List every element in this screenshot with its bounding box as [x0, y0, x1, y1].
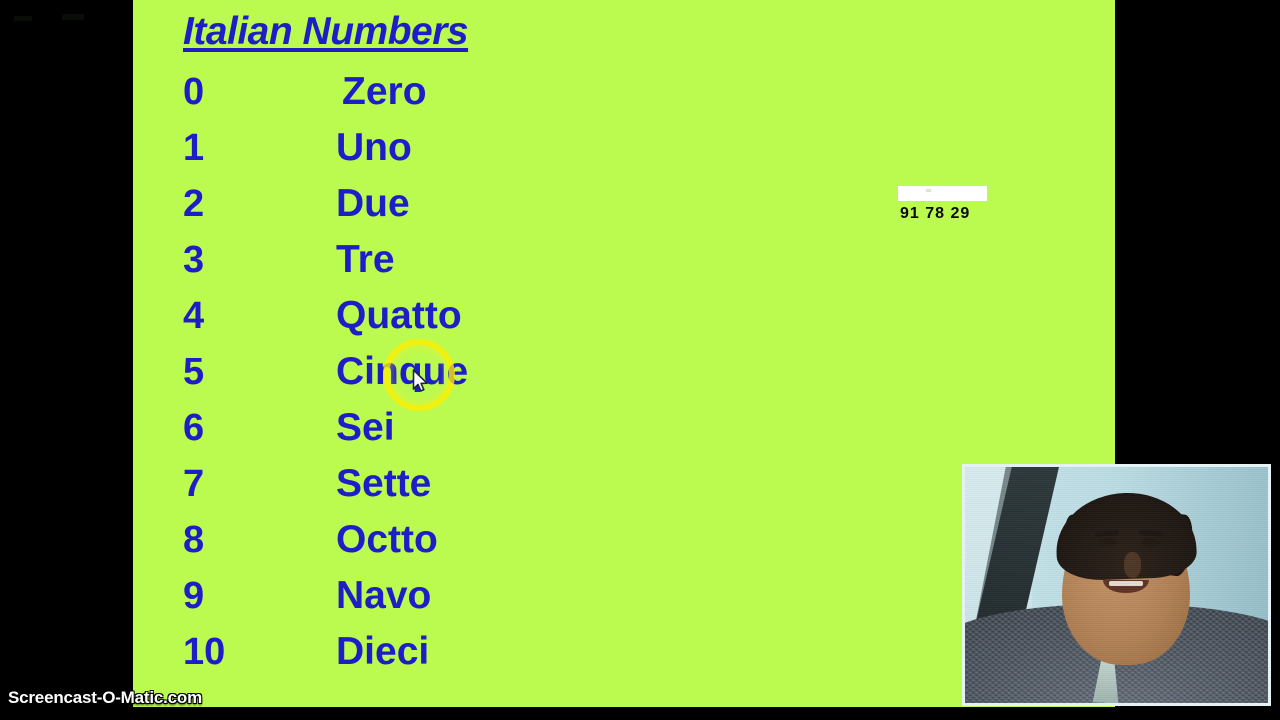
letterbox-artifact [62, 14, 84, 20]
number-word: Octto [336, 518, 438, 561]
number-word: Navo [336, 574, 432, 617]
number-digit: 10 [183, 631, 226, 673]
number-digit: 5 [183, 351, 205, 393]
list-item: 0 Zero [133, 64, 1115, 120]
white-note-box [898, 186, 987, 201]
letterbox-artifact [14, 16, 32, 21]
number-digit: 4 [183, 295, 205, 337]
number-word: Sette [336, 462, 432, 505]
number-word: Sei [336, 406, 395, 449]
number-word: Dieci [336, 630, 430, 673]
list-item: 6 Sei [133, 400, 1115, 456]
note-digits: 91 78 29 [900, 205, 971, 222]
number-digit: 3 [183, 239, 205, 281]
list-item: 2 Due [133, 176, 1115, 232]
person-nose [1124, 551, 1142, 578]
number-digit: 1 [183, 127, 205, 169]
number-digit: 2 [183, 183, 205, 225]
person-teeth [1108, 580, 1143, 586]
list-item: 5 Cinque [133, 344, 1115, 400]
video-player-frame: Italian Numbers 0 Zero 1 Uno 2 Due 3 Tre… [0, 0, 1280, 720]
person-eye [1098, 537, 1118, 546]
list-item: 4 Quatto [133, 288, 1115, 344]
number-word: Due [336, 182, 410, 225]
list-item: 3 Tre [133, 232, 1115, 288]
person-eye [1140, 537, 1160, 546]
number-word: Quatto [336, 294, 462, 337]
screencast-watermark: Screencast-O-Matic.com [8, 688, 203, 707]
note-box-mark [926, 189, 931, 192]
number-word: Tre [336, 238, 395, 281]
number-digit: 9 [183, 575, 205, 617]
number-word: Zero [342, 70, 427, 113]
number-word: Cinque [336, 350, 469, 393]
list-item: 1 Uno [133, 120, 1115, 176]
page-title: Italian Numbers [183, 10, 469, 53]
number-digit: 0 [183, 71, 205, 113]
webcam-overlay[interactable] [962, 464, 1271, 706]
number-digit: 7 [183, 463, 205, 505]
number-word: Uno [336, 126, 412, 169]
number-digit: 6 [183, 407, 205, 449]
number-digit: 8 [183, 519, 205, 561]
